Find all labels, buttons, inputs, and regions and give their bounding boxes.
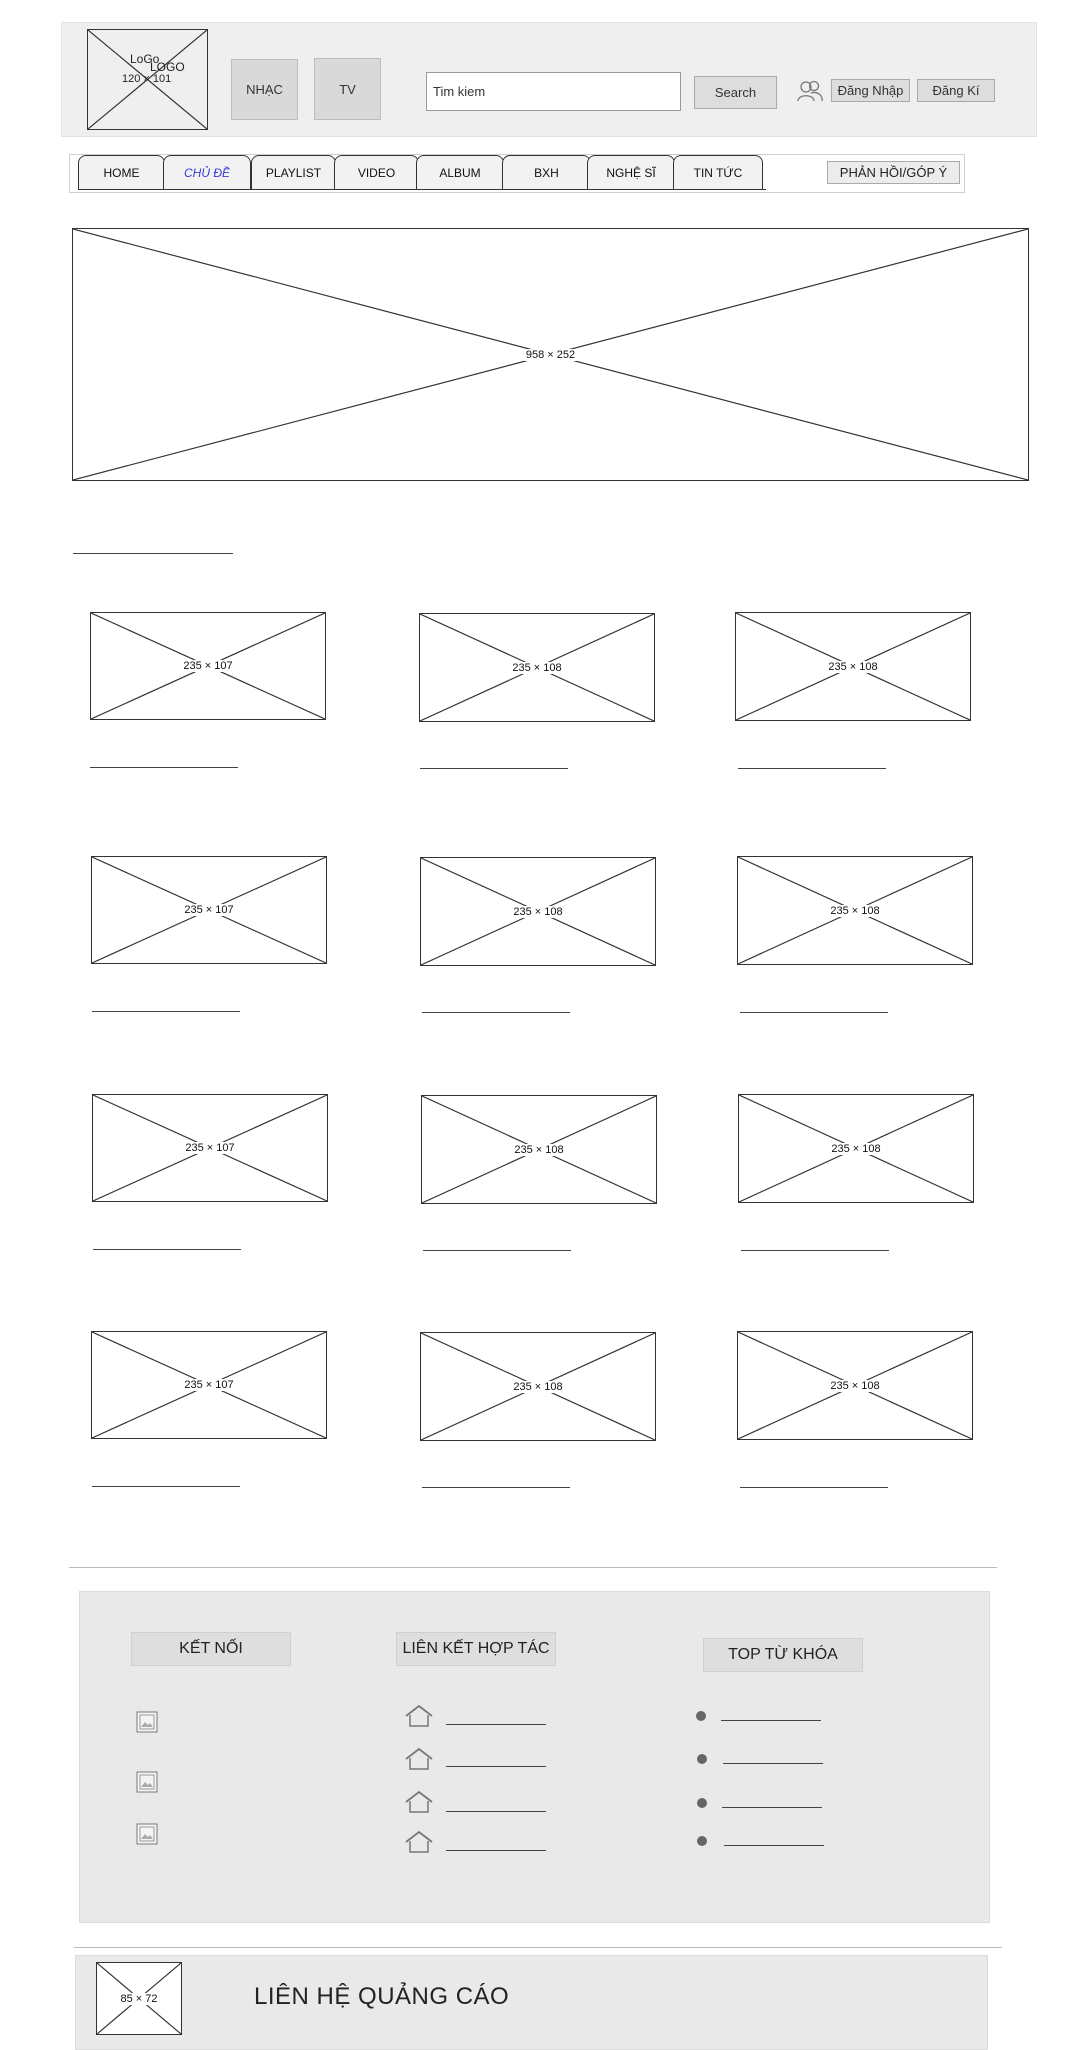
thumbnail-size-label: 235 × 107 [182,904,236,916]
image-icon[interactable] [136,1711,158,1733]
keyword-link-line[interactable] [723,1763,823,1764]
content-thumbnail[interactable]: 235 × 108 [421,1095,657,1204]
user-icon[interactable] [796,79,824,103]
partner-link-line[interactable] [446,1724,546,1725]
banner-size-label: 958 × 252 [523,348,578,361]
thumbnail-size-label: 235 × 108 [828,904,882,917]
content-thumbnail[interactable]: 235 × 108 [738,1094,974,1203]
tab-nghe-si[interactable]: NGHỆ SĨ [587,155,675,189]
nav-button-nhac[interactable]: NHẠC [231,59,298,120]
footer-keywords-title: TOP TỪ KHÓA [703,1638,863,1672]
thumbnail-size-label: 235 × 108 [510,661,564,674]
thumbnail-caption-line [92,1011,240,1012]
nav-baseline [78,189,766,190]
ads-contact-title[interactable]: LIÊN HỆ QUẢNG CÁO [254,1983,554,2015]
home-icon[interactable] [404,1790,434,1813]
bullet-dot [696,1711,706,1721]
logo-text-overlay: LOGO [150,60,185,74]
image-icon[interactable] [136,1771,158,1793]
thumbnail-size-label: 235 × 107 [181,660,235,672]
content-thumbnail[interactable]: 235 × 108 [419,613,655,722]
thumbnail-caption-line [738,768,886,769]
thumbnail-caption-line [423,1250,571,1251]
thumbnail-caption-line [420,768,568,769]
search-button[interactable]: Search [694,76,777,109]
thumbnail-caption-line [422,1012,570,1013]
tab-video[interactable]: VIDEO [334,155,419,189]
thumbnail-size-label: 235 × 108 [829,1142,883,1155]
search-input[interactable]: Tim kiem [426,72,681,111]
logo-size-label: 120 × 101 [122,73,172,85]
bullet-dot [697,1798,707,1808]
logo[interactable]: LoGo LOGO 120 × 101 [87,29,208,130]
tab-album[interactable]: ALBUM [416,155,504,189]
main-nav: HOME CHỦ ĐỀ PLAYLIST VIDEO ALBUM BXH NGH… [69,154,965,193]
content-thumbnail[interactable]: 235 × 107 [92,1094,328,1202]
keyword-link-line[interactable] [722,1807,822,1808]
content-thumbnail[interactable]: 235 × 107 [90,612,326,720]
content-thumbnail[interactable]: 235 × 107 [91,856,327,964]
image-icon[interactable] [136,1823,158,1845]
ads-logo-placeholder[interactable]: 85 × 72 [96,1962,182,2035]
content-thumbnail[interactable]: 235 × 108 [420,857,656,966]
keyword-link-line[interactable] [721,1720,821,1721]
home-icon[interactable] [404,1747,434,1770]
thumbnail-size-label: 235 × 107 [183,1142,237,1154]
thumbnail-size-label: 235 × 107 [182,1379,236,1391]
thumbnail-caption-line [422,1487,570,1488]
thumbnail-caption-line [740,1487,888,1488]
thumbnail-caption-line [92,1486,240,1487]
thumbnail-caption-line [93,1249,241,1250]
content-thumbnail[interactable]: 235 × 107 [91,1331,327,1439]
partner-link-line[interactable] [446,1811,546,1812]
footer-connect-title: KẾT NỐI [131,1632,291,1666]
tab-tin-tuc[interactable]: TIN TỨC [673,155,763,189]
thumbnail-size-label: 235 × 108 [511,905,565,918]
partner-link-line[interactable] [446,1766,546,1767]
home-icon[interactable] [404,1704,434,1727]
thumbnail-size-label: 235 × 108 [512,1143,566,1156]
login-button[interactable]: Đăng Nhập [831,79,910,102]
footer-divider [69,1567,997,1568]
thumbnail-caption-line [90,767,238,768]
content-thumbnail[interactable]: 235 × 108 [737,1331,973,1440]
ads-divider [74,1947,1002,1948]
keyword-link-line[interactable] [724,1845,824,1846]
content-thumbnail[interactable]: 235 × 108 [735,612,971,721]
thumbnail-size-label: 235 × 108 [828,1379,882,1392]
partner-link-line[interactable] [446,1850,546,1851]
bullet-dot [697,1836,707,1846]
tab-chu-de[interactable]: CHỦ ĐỀ [163,155,251,189]
section-title-line [73,553,233,554]
register-button[interactable]: Đăng Kí [917,79,995,102]
tab-home[interactable]: HOME [78,155,165,189]
thumbnail-size-label: 235 × 108 [511,1380,565,1393]
ads-logo-size-label: 85 × 72 [118,1992,160,2005]
content-thumbnail[interactable]: 235 × 108 [420,1332,656,1441]
tab-playlist[interactable]: PLAYLIST [251,155,336,189]
footer-partners-title: LIÊN KẾT HỢP TÁC [396,1632,556,1666]
content-thumbnail[interactable]: 235 × 108 [737,856,973,965]
tab-bxh[interactable]: BXH [502,155,591,189]
bullet-dot [697,1754,707,1764]
thumbnail-size-label: 235 × 108 [826,660,880,673]
thumbnail-caption-line [740,1012,888,1013]
nav-button-tv[interactable]: TV [314,58,381,120]
feedback-button[interactable]: PHẢN HỒI/GÓP Ý [827,161,960,184]
banner-placeholder: 958 × 252 [72,228,1029,481]
home-icon[interactable] [404,1830,434,1853]
thumbnail-caption-line [741,1250,889,1251]
